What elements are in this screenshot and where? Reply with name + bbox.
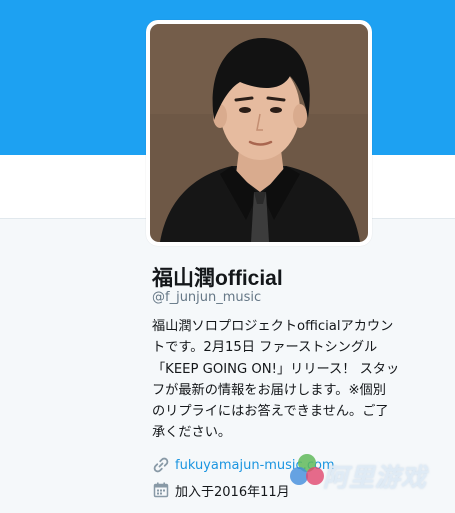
link-icon: [152, 456, 170, 474]
profile-screen-name[interactable]: @f_junjun_music: [152, 290, 261, 305]
bio-line: 福山潤ソロプロジェクトofficialアカウン: [152, 319, 394, 334]
avatar-image: [150, 24, 368, 242]
profile-joined-text: 加入于2016年11月: [175, 484, 290, 500]
profile-display-name[interactable]: 福山潤official: [152, 262, 283, 292]
watermark-text: 阿里游戏: [323, 463, 428, 492]
bio-line: トです。2月15日 ファーストシングル: [152, 340, 378, 356]
bio-line: 「KEEP GOING ON!」リリース！ スタッ: [152, 361, 400, 377]
bio-line: フが最新の情報をお届けします。※個別: [152, 382, 386, 398]
calendar-icon: [152, 481, 170, 499]
profile-avatar[interactable]: [146, 20, 372, 246]
bio-line: のリプライにはお答えできません。ご了: [152, 404, 389, 420]
profile-url-link[interactable]: fukuyamajun-music.com: [175, 458, 335, 473]
profile-url-row[interactable]: fukuyamajun-music.com: [152, 455, 335, 475]
profile-bio: 福山潤ソロプロジェクトofficialアカウン トです。2月15日 ファーストシ…: [152, 316, 442, 444]
bio-line: 承ください。: [152, 425, 232, 441]
profile-joined-row: 加入于2016年11月: [152, 480, 290, 500]
